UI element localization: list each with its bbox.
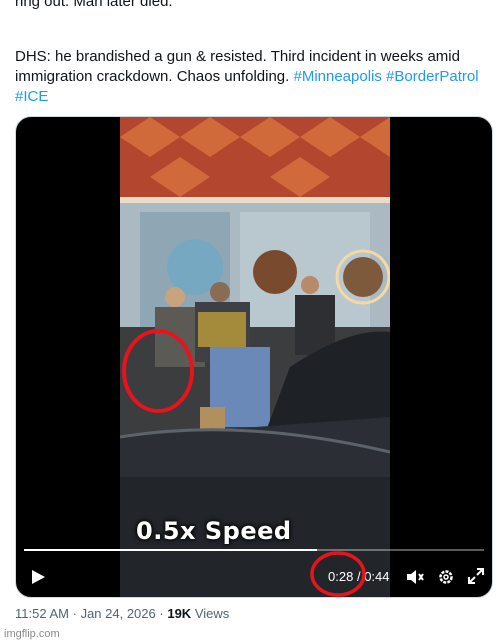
tweet-date[interactable]: Jan 24, 2026 [81,606,156,621]
tweet-text-line-cut: ring out. Man later died. [15,0,173,10]
views-label: Views [194,606,230,621]
play-icon[interactable] [30,569,46,585]
gear-icon[interactable] [437,568,455,586]
hashtag-minneapolis[interactable]: #Minneapolis [293,68,381,85]
expand-icon[interactable] [468,568,484,584]
red-annotation-circle [310,551,366,597]
hashtag-borderpatrol[interactable]: #BorderPatrol [386,68,479,85]
meta-dot-2: · [159,606,164,621]
tweet-meta: 11:52 AM · Jan 24, 2026 · 19K Views [15,606,229,621]
tweet-time[interactable]: 11:52 AM [15,606,69,621]
tweet-paragraph: DHS: he brandished a gun & resisted. Thi… [15,47,485,107]
video-controls: 0:28 / 0:44 [16,551,492,597]
video-progress-fill [24,549,317,551]
views-count[interactable]: 19K [167,606,191,621]
volume-icon[interactable] [406,568,424,586]
hashtag-ice[interactable]: #ICE [15,88,48,105]
speed-overlay-text: 0.5x Speed [136,517,292,545]
watermark: imgflip.com [4,628,60,640]
video-player[interactable]: 0.5x Speed 0:28 / 0:44 [15,116,493,598]
meta-dot: · [72,606,77,621]
video-progress-bar[interactable] [24,549,484,551]
